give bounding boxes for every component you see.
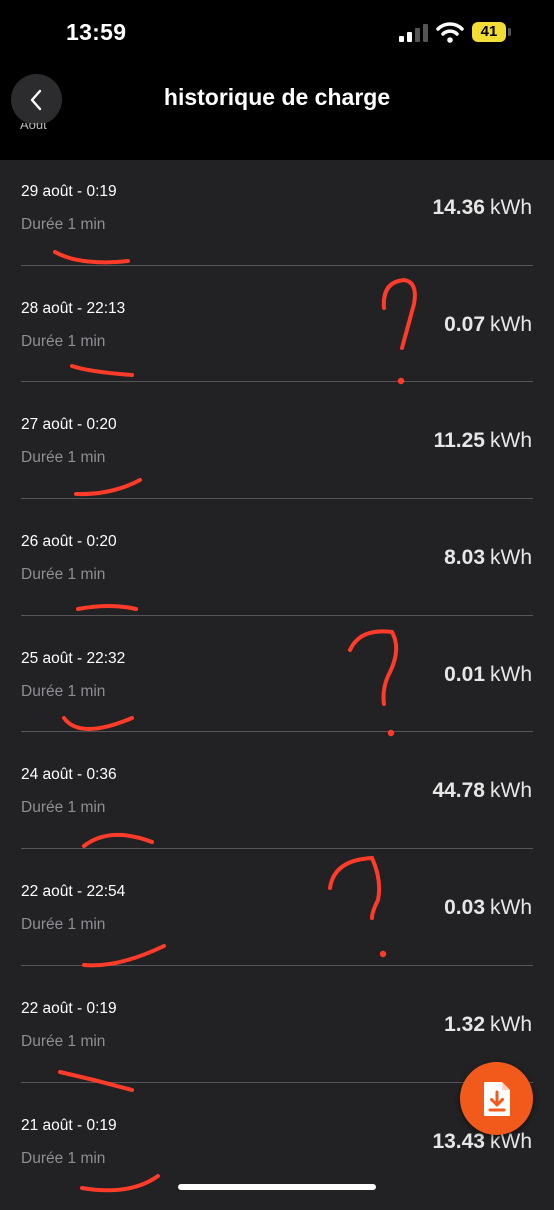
status-bar: 13:59 41 xyxy=(0,0,554,66)
energy-value: 11.25 xyxy=(434,429,485,452)
session-date: 28 août - 22:13 xyxy=(21,300,125,318)
energy-value: 14.36 xyxy=(432,196,485,219)
energy-value: 13.43 xyxy=(432,1130,485,1153)
export-pdf-button[interactable] xyxy=(460,1062,533,1135)
cellular-signal-icon xyxy=(399,24,429,42)
divider xyxy=(21,381,533,382)
page-header: historique de charge Août xyxy=(0,66,554,160)
session-date: 22 août - 22:54 xyxy=(21,883,125,901)
energy-unit: kWh xyxy=(490,1013,532,1036)
energy-value: 44.78 xyxy=(432,779,485,802)
list-item[interactable]: 29 août - 0:19 Durée 1 min 14.36kWh xyxy=(0,160,554,277)
session-energy: 0.01kWh xyxy=(444,663,532,687)
session-date: 29 août - 0:19 xyxy=(21,183,117,201)
energy-unit: kWh xyxy=(490,663,532,686)
list-item[interactable]: 25 août - 22:32 Durée 1 min 0.01kWh xyxy=(0,627,554,744)
section-header-cut: Août xyxy=(20,123,65,133)
divider xyxy=(21,1082,533,1083)
session-energy: 0.07kWh xyxy=(444,313,532,337)
battery-indicator: 41 xyxy=(472,22,512,42)
energy-unit: kWh xyxy=(490,546,532,569)
energy-value: 0.01 xyxy=(444,663,485,686)
session-energy: 1.32kWh xyxy=(444,1013,532,1037)
session-date: 22 août - 0:19 xyxy=(21,1000,117,1018)
section-header-text: Août xyxy=(20,123,65,132)
divider xyxy=(21,848,533,849)
divider xyxy=(21,965,533,966)
session-duration: Durée 1 min xyxy=(21,449,105,467)
session-date: 24 août - 0:36 xyxy=(21,766,117,784)
energy-unit: kWh xyxy=(490,196,532,219)
session-duration: Durée 1 min xyxy=(21,1033,105,1051)
session-duration: Durée 1 min xyxy=(21,216,105,234)
energy-unit: kWh xyxy=(490,429,532,452)
energy-value: 0.03 xyxy=(444,896,485,919)
list-item[interactable]: 27 août - 0:20 Durée 1 min 11.25kWh xyxy=(0,393,554,510)
energy-unit: kWh xyxy=(490,779,532,802)
session-duration: Durée 1 min xyxy=(21,683,105,701)
session-duration: Durée 1 min xyxy=(21,333,105,351)
charge-history-list: 29 août - 0:19 Durée 1 min 14.36kWh 28 a… xyxy=(0,160,554,1210)
list-item[interactable]: 22 août - 22:54 Durée 1 min 0.03kWh xyxy=(0,860,554,977)
energy-unit: kWh xyxy=(490,896,532,919)
session-date: 27 août - 0:20 xyxy=(21,416,117,434)
session-energy: 44.78kWh xyxy=(432,779,532,803)
energy-value: 0.07 xyxy=(444,313,485,336)
session-energy: 8.03kWh xyxy=(444,546,532,570)
list-item[interactable]: 26 août - 0:20 Durée 1 min 8.03kWh xyxy=(0,510,554,627)
session-energy: 0.03kWh xyxy=(444,896,532,920)
session-energy: 11.25kWh xyxy=(434,429,532,453)
session-date: 26 août - 0:20 xyxy=(21,533,117,551)
session-energy: 13.43kWh xyxy=(432,1130,532,1154)
session-duration: Durée 1 min xyxy=(21,1150,105,1168)
list-item[interactable]: 28 août - 22:13 Durée 1 min 0.07kWh xyxy=(0,277,554,394)
session-duration: Durée 1 min xyxy=(21,916,105,934)
energy-value: 8.03 xyxy=(444,546,485,569)
list-item[interactable]: 24 août - 0:36 Durée 1 min 44.78kWh xyxy=(0,743,554,860)
energy-value: 1.32 xyxy=(444,1013,485,1036)
session-date: 25 août - 22:32 xyxy=(21,650,125,668)
divider xyxy=(21,615,533,616)
battery-level: 41 xyxy=(472,22,506,42)
session-date: 21 août - 0:19 xyxy=(21,1117,117,1135)
wifi-icon xyxy=(436,21,464,43)
page-title: historique de charge xyxy=(0,84,554,111)
energy-unit: kWh xyxy=(490,313,532,336)
divider xyxy=(21,498,533,499)
divider xyxy=(21,731,533,732)
status-time: 13:59 xyxy=(66,19,126,46)
home-indicator xyxy=(178,1184,376,1190)
session-duration: Durée 1 min xyxy=(21,566,105,584)
session-duration: Durée 1 min xyxy=(21,799,105,817)
download-document-icon xyxy=(482,1080,512,1118)
divider xyxy=(21,265,533,266)
session-energy: 14.36kWh xyxy=(432,196,532,220)
